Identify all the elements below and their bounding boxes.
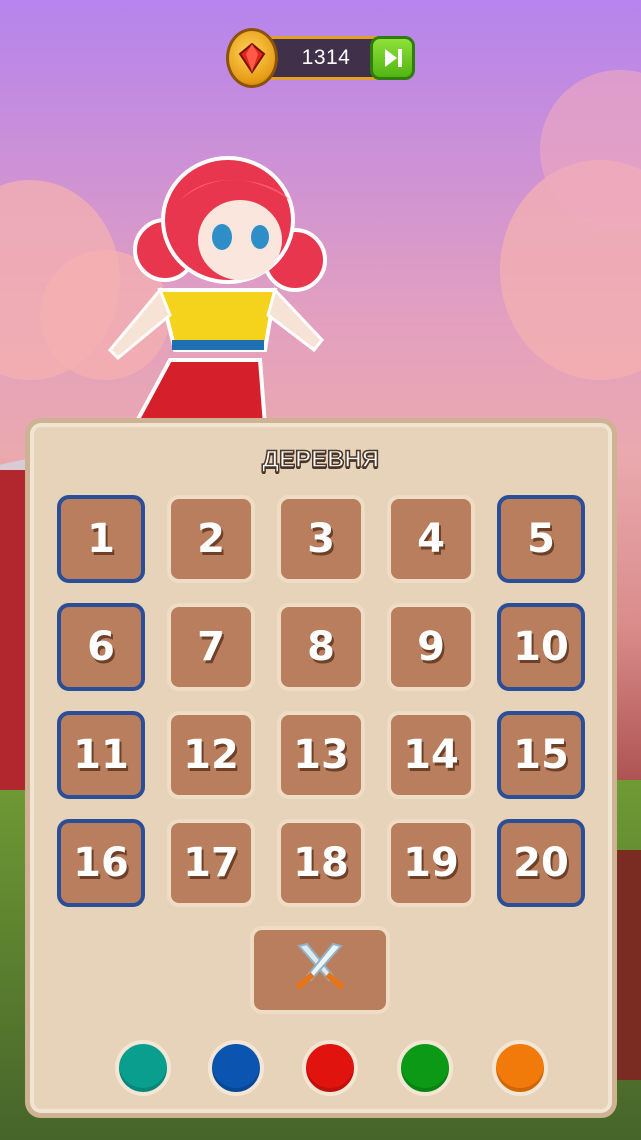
level-button[interactable]: 15 <box>497 711 585 799</box>
crossed-swords-icon <box>295 942 345 990</box>
level-button[interactable]: 8 <box>277 603 365 691</box>
level-button[interactable]: 6 <box>57 603 145 691</box>
level-button[interactable]: 20 <box>497 819 585 907</box>
color-option-orange[interactable] <box>492 1040 548 1096</box>
level-button[interactable]: 9 <box>387 603 475 691</box>
level-button[interactable]: 17 <box>167 819 255 907</box>
color-option-green[interactable] <box>397 1040 453 1096</box>
skip-forward-icon <box>384 49 402 67</box>
level-button[interactable]: 4 <box>387 495 475 583</box>
level-button[interactable]: 1 <box>57 495 145 583</box>
level-button[interactable]: 19 <box>387 819 475 907</box>
skip-button[interactable] <box>370 36 415 80</box>
level-button[interactable]: 10 <box>497 603 585 691</box>
level-button[interactable]: 3 <box>277 495 365 583</box>
battle-button[interactable] <box>250 926 390 1014</box>
color-option-teal[interactable] <box>115 1040 171 1096</box>
level-button[interactable]: 18 <box>277 819 365 907</box>
level-button[interactable]: 11 <box>57 711 145 799</box>
color-option-blue[interactable] <box>208 1040 264 1096</box>
panel-title: ДЕРЕВНЯ <box>261 445 380 474</box>
level-button[interactable]: 13 <box>277 711 365 799</box>
level-button[interactable]: 12 <box>167 711 255 799</box>
level-button[interactable]: 5 <box>497 495 585 583</box>
color-option-red[interactable] <box>302 1040 358 1096</box>
character-illustration <box>107 156 327 425</box>
level-button[interactable]: 7 <box>167 603 255 691</box>
level-button[interactable]: 16 <box>57 819 145 907</box>
level-button[interactable]: 14 <box>387 711 475 799</box>
level-button[interactable]: 2 <box>167 495 255 583</box>
coin-amount: 1314 <box>301 46 351 69</box>
ruby-coin-icon <box>226 28 278 88</box>
